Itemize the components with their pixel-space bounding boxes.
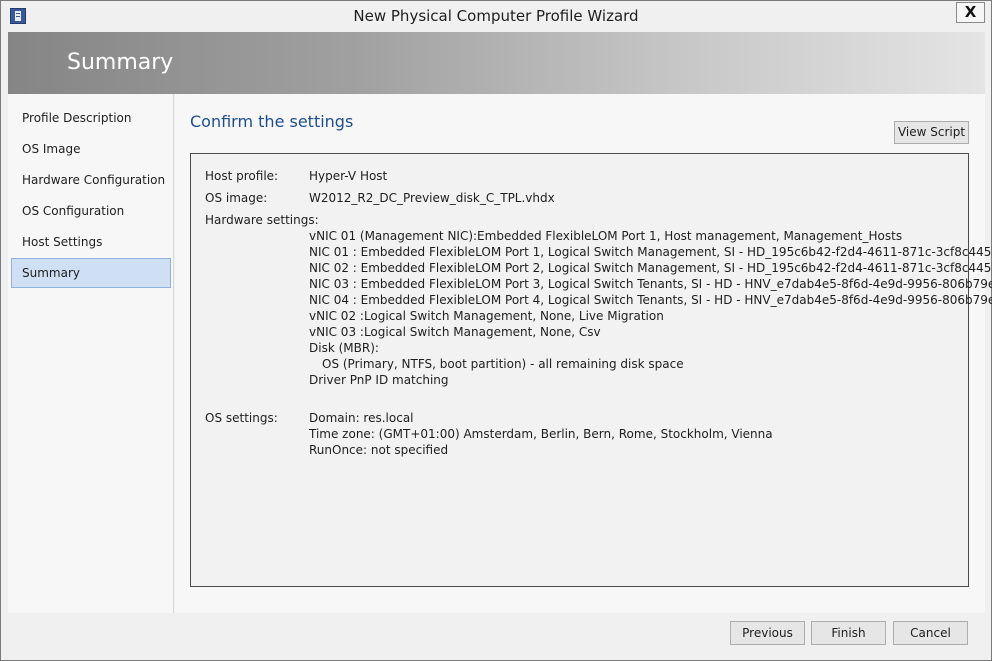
hardware-setting-line: NIC 04 : Embedded FlexibleLOM Port 4, Lo… — [309, 293, 992, 307]
hardware-setting-line: vNIC 02 :Logical Switch Management, None… — [309, 309, 664, 323]
os-setting-line: RunOnce: not specified — [309, 443, 449, 457]
hardware-setting-line: NIC 01 : Embedded FlexibleLOM Port 1, Lo… — [309, 245, 992, 259]
os-settings-label: OS settings: — [205, 411, 278, 425]
close-button[interactable]: X — [956, 2, 985, 23]
sidebar-item-os-configuration[interactable]: OS Configuration — [11, 196, 171, 226]
wizard-steps-sidebar: Profile Description OS Image Hardware Co… — [8, 94, 174, 613]
hardware-setting-line: Driver PnP ID matching — [309, 373, 449, 387]
window-title: New Physical Computer Profile Wizard — [353, 7, 639, 25]
sidebar-item-host-settings[interactable]: Host Settings — [11, 227, 171, 257]
wizard-window: New Physical Computer Profile Wizard X S… — [0, 0, 992, 661]
hardware-setting-line: vNIC 01 (Management NIC):Embedded Flexib… — [309, 229, 903, 243]
page-title: Summary — [67, 50, 174, 75]
cancel-button[interactable]: Cancel — [893, 621, 968, 645]
hardware-setting-line: OS (Primary, NTFS, boot partition) - all… — [322, 357, 684, 371]
page-banner: Summary — [8, 32, 985, 94]
main-content: Confirm the settings View Script Host pr… — [175, 94, 992, 613]
hardware-setting-line: vNIC 03 :Logical Switch Management, None… — [309, 325, 601, 339]
previous-button[interactable]: Previous — [730, 621, 805, 645]
os-setting-line: Time zone: (GMT+01:00) Amsterdam, Berlin… — [309, 427, 773, 441]
view-script-button[interactable]: View Script — [894, 121, 969, 144]
host-profile-value: Hyper-V Host — [309, 169, 388, 183]
finish-button[interactable]: Finish — [811, 621, 886, 645]
section-heading: Confirm the settings — [190, 112, 354, 131]
host-profile-label: Host profile: — [205, 169, 279, 183]
title-bar: New Physical Computer Profile Wizard X — [1, 1, 991, 32]
hardware-setting-line: NIC 03 : Embedded FlexibleLOM Port 3, Lo… — [309, 277, 992, 291]
sidebar-item-os-image[interactable]: OS Image — [11, 134, 171, 164]
hardware-setting-line: NIC 02 : Embedded FlexibleLOM Port 2, Lo… — [309, 261, 992, 275]
hardware-setting-line: Disk (MBR): — [309, 341, 379, 355]
hardware-settings-label: Hardware settings: — [205, 213, 319, 227]
wizard-footer: Previous Finish Cancel — [8, 613, 985, 655]
os-image-label: OS image: — [205, 191, 268, 205]
sidebar-item-profile-description[interactable]: Profile Description — [11, 103, 171, 133]
os-setting-line: Domain: res.local — [309, 411, 414, 425]
os-image-value: W2012_R2_DC_Preview_disk_C_TPL.vhdx — [309, 191, 555, 205]
sidebar-item-summary[interactable]: Summary — [11, 258, 171, 288]
settings-summary-panel: Host profile: Hyper-V Host OS image: W20… — [190, 153, 992, 587]
sidebar-item-hardware-configuration[interactable]: Hardware Configuration — [11, 165, 171, 195]
